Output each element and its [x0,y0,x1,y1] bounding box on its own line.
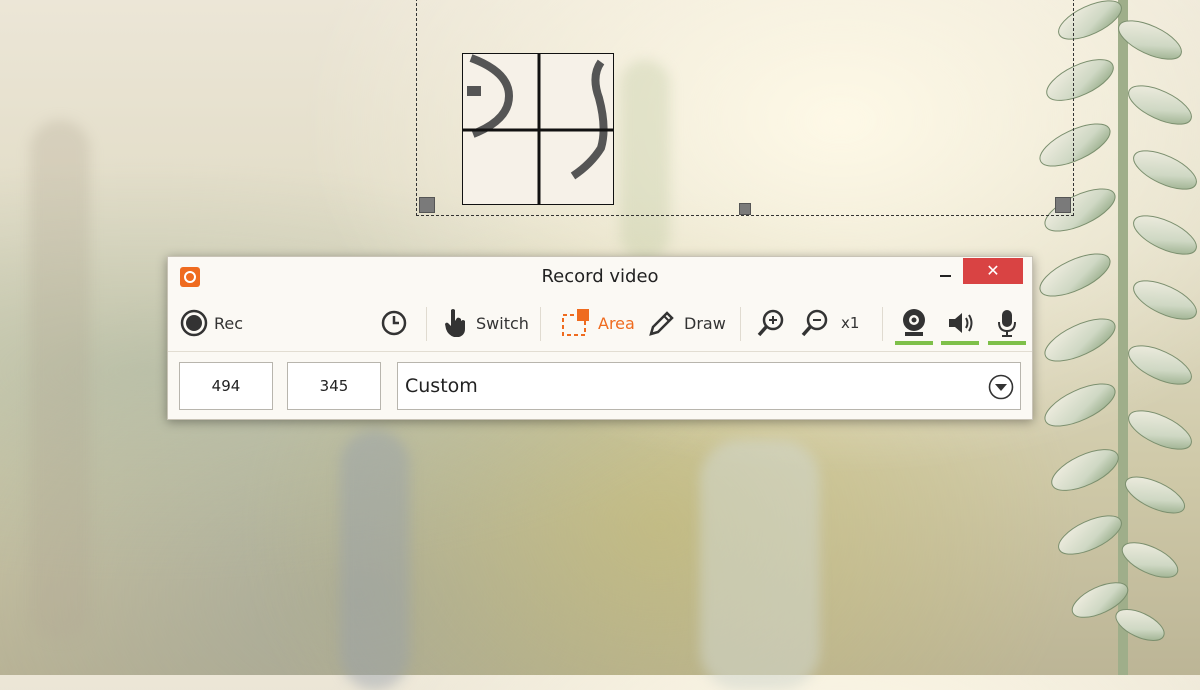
speaker-icon [949,313,973,333]
magnifier-crosshair-icon [463,54,613,204]
toolbar-separator [882,307,883,341]
zoom-out-icon [801,309,828,337]
hand-pointer-icon [445,309,465,337]
size-preset-value: Custom [405,375,478,397]
speaker-toggle[interactable] [941,295,979,351]
resize-handle-bottom-right[interactable] [1055,197,1071,213]
size-preset-select[interactable]: Custom [397,362,1021,410]
toolbar-separator [740,307,741,341]
rec-label: Rec [214,313,244,333]
area-label: Area [598,313,635,333]
webcam-toggle[interactable] [895,295,933,351]
switch-label: Switch [476,313,529,333]
height-field[interactable]: 345 [287,362,381,410]
timer-button[interactable] [380,295,408,351]
switch-button[interactable]: Switch [442,295,529,351]
resize-handle-bottom[interactable] [739,203,751,215]
toolbar: Rec Switch Area Draw x1 [168,295,1032,352]
minimize-button[interactable] [932,259,960,285]
record-video-window: Record video ✕ Rec Switch Area Draw x1 4… [167,256,1033,420]
area-button[interactable]: Area [560,295,635,351]
draw-button[interactable]: Draw [646,295,726,351]
window-title: Record video [541,266,659,287]
draw-label: Draw [684,313,726,333]
close-button[interactable]: ✕ [963,258,1023,284]
webcam-icon [903,309,925,336]
area-select-icon [562,309,589,336]
resize-handle-bottom-left[interactable] [419,197,435,213]
background-blur-shape [340,430,410,690]
background-blur-shape [30,120,90,640]
rec-button[interactable]: Rec [180,295,243,351]
timer-icon [381,310,407,336]
background-blur-shape [700,440,820,690]
speaker-active-indicator [941,341,979,345]
microphone-icon [998,310,1016,337]
toolbar-separator [426,307,427,341]
zoom-in-icon [757,309,784,337]
pencil-icon [649,311,674,336]
pixel-magnifier [462,53,614,205]
dropdown-arrow-icon [988,374,1014,400]
zoom-out-button[interactable] [799,295,831,351]
toolbar-separator [540,307,541,341]
record-icon [180,309,208,337]
zoom-in-button[interactable] [755,295,787,351]
size-fields-row: 494 345 Custom [168,352,1032,422]
width-field[interactable]: 494 [179,362,273,410]
microphone-active-indicator [988,341,1026,345]
microphone-toggle[interactable] [988,295,1026,351]
zoom-level: x1 [841,314,860,332]
webcam-active-indicator [895,341,933,345]
title-bar: Record video ✕ [168,257,1032,295]
